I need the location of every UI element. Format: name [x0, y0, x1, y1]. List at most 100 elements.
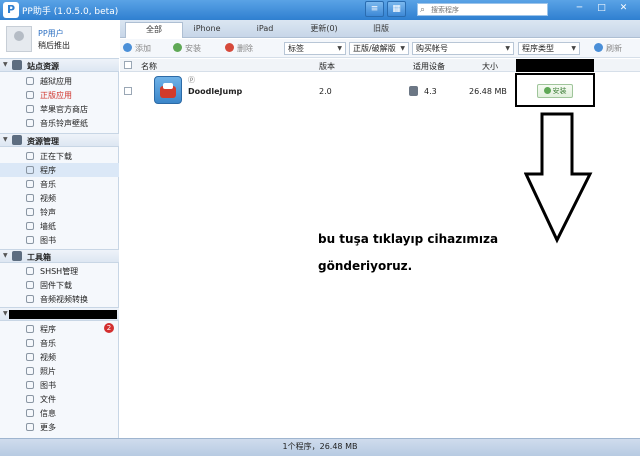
- shsh-icon: [26, 267, 34, 275]
- sidebar-item-genuine-apps[interactable]: 正版应用: [0, 88, 119, 102]
- tab-all[interactable]: 全部: [125, 22, 183, 38]
- tab-ipad[interactable]: iPad: [240, 22, 290, 38]
- sidebar-item-label: 程序: [40, 325, 56, 334]
- section-toolbox[interactable]: ▼ 工具箱: [0, 249, 119, 263]
- app-icon: [26, 77, 34, 85]
- refresh-icon: [594, 43, 603, 52]
- sidebar-item-device-video[interactable]: 视频: [0, 350, 119, 364]
- photo-icon: [26, 367, 34, 375]
- sidebar-item-music-wallpaper[interactable]: 音乐铃声壁纸: [0, 116, 119, 130]
- wallpaper-icon: [26, 222, 34, 230]
- column-version[interactable]: 版本: [319, 61, 335, 72]
- column-name[interactable]: 名称: [141, 61, 157, 72]
- collapse-icon: ▼: [3, 61, 8, 68]
- book-icon: [26, 236, 34, 244]
- music-icon: [26, 119, 34, 127]
- logout-link[interactable]: 稍后推出: [38, 40, 70, 51]
- license-filter-value: 正版/破解版: [353, 44, 396, 53]
- search-input[interactable]: [431, 4, 546, 15]
- table-row[interactable]: ⓟ DoodleJump 2.0 4.3 26.48 MB 安装: [120, 73, 640, 109]
- sidebar-item-device-music[interactable]: 音乐: [0, 336, 119, 350]
- sidebar-item-jailbreak-apps[interactable]: 越狱应用: [0, 74, 119, 88]
- install-label: 安装: [552, 87, 567, 95]
- type-filter-value: 程序类型: [522, 44, 554, 53]
- tab-iphone[interactable]: iPhone: [182, 22, 232, 38]
- video-icon: [26, 353, 34, 361]
- section-label: 资源管理: [27, 137, 59, 146]
- tab-updates[interactable]: 更新(0): [296, 22, 352, 38]
- sidebar-item-label: 音乐: [40, 180, 56, 189]
- sidebar-item-device-books[interactable]: 图书: [0, 378, 119, 392]
- window-title: PP助手 (1.0.5.0, beta): [22, 7, 119, 17]
- tab-old-versions[interactable]: 旧版: [356, 22, 406, 38]
- message-icon: [26, 409, 34, 417]
- tag-filter-value: 标签: [288, 44, 304, 53]
- sidebar-item-label: 墙纸: [40, 222, 56, 231]
- avatar[interactable]: [6, 26, 32, 52]
- close-button[interactable]: ✕: [614, 1, 633, 17]
- arrow-shape: [524, 112, 593, 244]
- grid-view-icon[interactable]: ▦: [387, 1, 406, 17]
- sidebar: PP用户 稍后推出 ▼ 站点资源 越狱应用 正版应用 苹果官方商店 音乐铃声壁纸…: [0, 20, 119, 438]
- add-label: 添加: [135, 44, 151, 53]
- delete-button[interactable]: 删除: [225, 43, 253, 54]
- add-button[interactable]: 添加: [123, 43, 151, 54]
- chevron-down-icon: ▼: [337, 45, 342, 52]
- home-icon: [12, 60, 22, 70]
- install-button[interactable]: 安装: [537, 84, 573, 98]
- toolbar: 添加 安装 删除 标签 ▼ 正版/破解版 ▼ 购买帐号 ▼ 程序类型 ▼ 刷新: [120, 39, 640, 58]
- sidebar-item-firmware[interactable]: 固件下载: [0, 278, 119, 292]
- sidebar-item-device-messages[interactable]: 信息: [0, 406, 119, 420]
- update-badge: 2: [104, 323, 114, 333]
- user-name[interactable]: PP用户: [38, 28, 64, 39]
- type-filter-select[interactable]: 程序类型 ▼: [518, 42, 580, 55]
- refresh-button[interactable]: 刷新: [594, 43, 622, 54]
- sidebar-item-device-programs[interactable]: 程序 2: [0, 322, 119, 336]
- tag-filter-select[interactable]: 标签 ▼: [284, 42, 346, 55]
- sidebar-item-app-store[interactable]: 苹果官方商店: [0, 102, 119, 116]
- sidebar-item-label: 固件下载: [40, 281, 72, 290]
- app-size: 26.48 MB: [469, 87, 507, 96]
- refresh-label: 刷新: [606, 44, 622, 53]
- account-filter-select[interactable]: 购买帐号 ▼: [412, 42, 514, 55]
- section-device[interactable]: ▼: [0, 307, 119, 321]
- account-filter-value: 购买帐号: [416, 44, 448, 53]
- sidebar-item-device-files[interactable]: 文件: [0, 392, 119, 406]
- video-icon: [26, 194, 34, 202]
- collapse-icon: ▼: [3, 310, 8, 317]
- download-icon: [26, 152, 34, 160]
- tab-bar: 全部 iPhone iPad 更新(0) 旧版: [120, 20, 640, 38]
- sidebar-item-video[interactable]: 视频: [0, 191, 119, 205]
- sidebar-item-programs[interactable]: 程序: [0, 163, 119, 177]
- section-resource-management[interactable]: ▼ 资源管理: [0, 133, 119, 147]
- sidebar-item-music[interactable]: 音乐: [0, 177, 119, 191]
- sidebar-item-shsh[interactable]: SHSH管理: [0, 264, 119, 278]
- sidebar-item-converter[interactable]: 音频视频转换: [0, 292, 119, 306]
- sidebar-item-books[interactable]: 图书: [0, 233, 119, 247]
- sidebar-item-device-photos[interactable]: 照片: [0, 364, 119, 378]
- install-icon: [543, 87, 551, 94]
- install-toolbar-button[interactable]: 安装: [173, 43, 201, 54]
- down-arrow-annotation: [524, 112, 593, 244]
- column-device[interactable]: 适用设备: [413, 61, 445, 72]
- sidebar-item-downloading[interactable]: 正在下载: [0, 149, 119, 163]
- delete-label: 删除: [237, 44, 253, 53]
- section-site-resources[interactable]: ▼ 站点资源: [0, 58, 119, 72]
- file-icon: [26, 395, 34, 403]
- minimize-button[interactable]: ─: [570, 1, 589, 17]
- sidebar-item-label: 视频: [40, 194, 56, 203]
- select-all-checkbox[interactable]: [124, 61, 132, 69]
- search-icon: ⌕: [420, 5, 426, 15]
- list-view-icon[interactable]: ≡: [365, 1, 384, 17]
- license-filter-select[interactable]: 正版/破解版 ▼: [349, 42, 409, 55]
- sidebar-item-label: 苹果官方商店: [40, 105, 88, 114]
- chevron-down-icon: ▼: [571, 45, 576, 52]
- row-checkbox[interactable]: [124, 87, 132, 95]
- sidebar-item-wallpaper[interactable]: 墙纸: [0, 219, 119, 233]
- maximize-button[interactable]: □: [592, 1, 611, 17]
- sidebar-item-label: 文件: [40, 395, 56, 404]
- search-box[interactable]: ⌕: [417, 3, 548, 16]
- column-size[interactable]: 大小: [482, 61, 498, 72]
- sidebar-item-ringtones[interactable]: 铃声: [0, 205, 119, 219]
- sidebar-item-device-more[interactable]: 更多: [0, 420, 119, 434]
